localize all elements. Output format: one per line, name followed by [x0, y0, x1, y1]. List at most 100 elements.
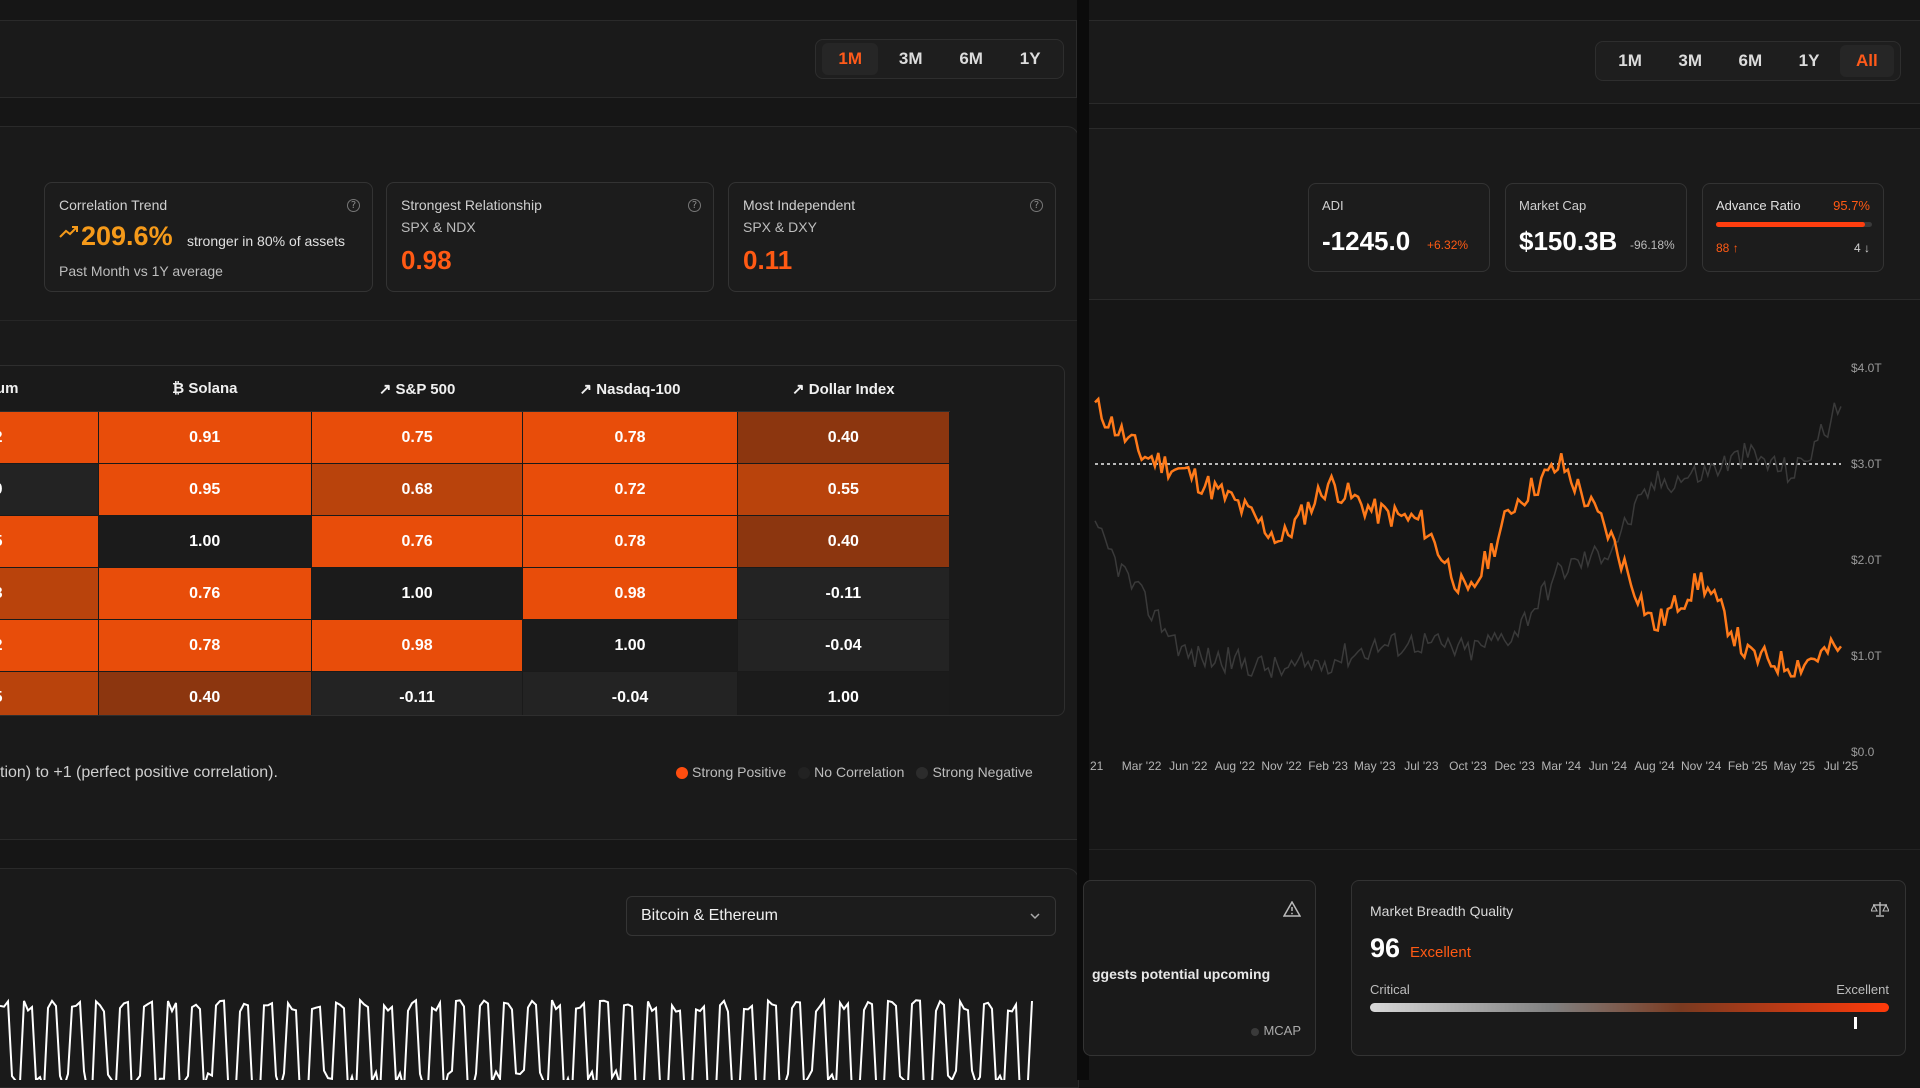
matrix-cell[interactable]: 0.76: [97, 567, 312, 620]
breadth-min-label: Critical: [1370, 982, 1410, 997]
matrix-column-header: hereum: [0, 366, 99, 412]
market-cap-change: -96.18%: [1630, 238, 1675, 252]
x-tick-label: Dec '23: [1494, 759, 1535, 773]
x-tick-label: Feb '25: [1728, 759, 1768, 773]
matrix-frame: hereum₿ Solana↗ S&P 500↗ Nasdaq-100↗ Dol…: [0, 365, 1065, 716]
matrix-column-header: ₿ Solana: [98, 366, 312, 412]
matrix-cell[interactable]: -0.11: [310, 671, 524, 715]
legend-dot: [916, 767, 929, 780]
info-icon[interactable]: ?: [347, 199, 360, 212]
alert-legend-label: MCAP: [1263, 1023, 1301, 1038]
advance-ratio-pct: 95.7%: [1833, 198, 1870, 213]
x-tick-label: Nov '22: [1261, 759, 1302, 773]
matrix-cell[interactable]: 0.40: [736, 411, 951, 464]
info-icon[interactable]: ?: [688, 199, 701, 212]
left-timeframe-1y[interactable]: 1Y: [1004, 43, 1057, 75]
matrix-cell[interactable]: 1.00: [736, 671, 951, 715]
adi-change: +6.32%: [1427, 238, 1469, 252]
legend-dot: [676, 767, 688, 780]
y-tick-label: $1.0T: [1851, 649, 1882, 663]
most-independent-value: 0.11: [743, 245, 793, 275]
divergence-alert-card: ggests potential upcoming MCAP: [1083, 880, 1316, 1056]
legend-label: Strong Positive: [692, 764, 787, 780]
matrix-cell[interactable]: 0.40: [736, 515, 951, 568]
advance-ratio-fill: [1716, 222, 1866, 227]
x-tick-label: :21: [1089, 759, 1104, 773]
matrix-cell[interactable]: 0.55: [736, 463, 951, 516]
matrix-cell[interactable]: 1.00: [310, 567, 524, 620]
matrix-column-header: ↗ S&P 500: [311, 366, 523, 412]
alert-text: ggests potential upcoming: [1092, 966, 1271, 982]
matrix-cell[interactable]: 0.98: [522, 567, 738, 620]
market-breadth-grade: Excellent: [1410, 944, 1471, 961]
adi-card: ADI -1245.0 +6.32%: [1308, 183, 1490, 272]
matrix-cell[interactable]: 1.00: [97, 515, 312, 568]
advance-ratio-card: Advance Ratio 95.7% 88 ↑ 4 ↓: [1702, 183, 1884, 272]
trend-up-icon: [59, 225, 79, 239]
adi-label: ADI: [1322, 198, 1344, 213]
advance-ratio-label: Advance Ratio: [1716, 198, 1801, 213]
left-timeframe-3m[interactable]: 3M: [883, 43, 939, 75]
pair-correlation-wave: [0, 997, 1033, 1080]
mcap-series-line: [1094, 402, 1842, 678]
matrix-cell[interactable]: .68: [0, 567, 99, 620]
market-cap-value: $150.3B: [1519, 226, 1618, 256]
matrix-cell[interactable]: 1.00: [522, 619, 738, 672]
most-independent-card: Most Independent ? SPX & DXY 0.11: [728, 182, 1056, 292]
matrix-cell[interactable]: .95: [0, 515, 99, 568]
matrix-cell[interactable]: 0.91: [97, 411, 312, 464]
matrix-header-row: hereum₿ Solana↗ S&P 500↗ Nasdaq-100↗ Dol…: [0, 366, 950, 412]
right-timeframe-1m[interactable]: 1M: [1602, 45, 1658, 77]
matrix-cell[interactable]: 0.75: [310, 411, 524, 464]
correlation-trend-card: Correlation Trend ? 209.6% stronger in 8…: [44, 182, 373, 292]
matrix-cell[interactable]: 0.40: [97, 671, 312, 715]
adi-series-line: [1094, 396, 1842, 678]
most-independent-pair: SPX & DXY: [743, 219, 817, 235]
matrix-cell[interactable]: 0.78: [522, 411, 738, 464]
market-cap-card: Market Cap $150.3B -96.18%: [1505, 183, 1687, 272]
pair-select[interactable]: Bitcoin & Ethereum: [626, 896, 1056, 936]
x-tick-label: Jun '24: [1589, 759, 1628, 773]
correlation-trend-label: Correlation Trend: [59, 197, 168, 213]
adi-value: -1245.0: [1322, 226, 1411, 256]
left-timeframe-1m[interactable]: 1M: [822, 43, 879, 75]
warning-icon: [1282, 900, 1302, 922]
market-cap-label: Market Cap: [1519, 198, 1587, 213]
decliners-value: 4: [1853, 241, 1861, 255]
y-tick-label: $2.0T: [1851, 553, 1882, 567]
matrix-cell[interactable]: 0.95: [97, 463, 312, 516]
right-timeframe-all[interactable]: All: [1839, 45, 1894, 77]
right-timeframe-1y[interactable]: 1Y: [1783, 45, 1836, 77]
matrix-cell[interactable]: 0.76: [310, 515, 524, 568]
advancers-count: 88 ↑: [1716, 241, 1739, 255]
correlation-matrix: hereum₿ Solana↗ S&P 500↗ Nasdaq-100↗ Dol…: [0, 366, 951, 715]
matrix-cell[interactable]: -0.04: [736, 619, 951, 672]
advancers-value: 88: [1716, 241, 1730, 255]
matrix-cell[interactable]: 0.72: [522, 463, 738, 516]
left-timeframe-6m[interactable]: 6M: [943, 43, 999, 75]
right-timeframe-6m[interactable]: 6M: [1723, 45, 1779, 77]
x-tick-label: Mar '22: [1122, 759, 1162, 773]
matrix-row: .920.910.750.780.40: [0, 411, 951, 464]
alert-legend: MCAP: [1251, 1023, 1301, 1038]
info-icon[interactable]: ?: [1030, 199, 1043, 212]
pair-wave-line: [0, 997, 1033, 1080]
matrix-cell[interactable]: .92: [0, 411, 99, 464]
correlation-trend-note: Past Month vs 1Y average: [59, 263, 223, 279]
pair-select-value: Bitcoin & Ethereum: [641, 907, 778, 924]
matrix-cell[interactable]: -0.04: [522, 671, 738, 715]
right-timeframe-3m[interactable]: 3M: [1662, 45, 1718, 77]
x-tick-label: Nov '24: [1681, 759, 1722, 773]
legend-item: No Correlation: [798, 764, 904, 780]
matrix-row: .720.780.981.00-0.04: [0, 619, 951, 672]
matrix-cell[interactable]: 0.78: [522, 515, 738, 568]
matrix-cell[interactable]: .00: [0, 463, 99, 516]
matrix-cell[interactable]: .72: [0, 619, 99, 672]
matrix-cell[interactable]: -0.11: [736, 567, 951, 620]
matrix-cell[interactable]: 0.98: [310, 619, 524, 672]
matrix-cell[interactable]: 0.78: [97, 619, 312, 672]
advance-ratio-track: [1716, 222, 1872, 227]
matrix-cell[interactable]: 0.68: [310, 463, 524, 516]
matrix-cell[interactable]: .55: [0, 671, 99, 715]
x-tick-label: Jul '25: [1824, 759, 1859, 773]
